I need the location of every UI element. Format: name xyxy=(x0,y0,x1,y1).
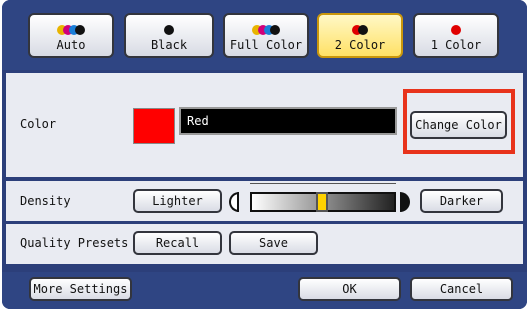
cancel-button[interactable]: Cancel xyxy=(410,277,513,301)
mode-black-icon xyxy=(126,20,212,35)
color-mode-bar: Auto Black Full Color 2 Color 1 Color xyxy=(2,0,527,70)
color-value-field: Red xyxy=(179,107,397,135)
mode-2-color-label: 2 Color xyxy=(334,38,386,52)
ok-button[interactable]: OK xyxy=(298,277,401,301)
darker-button[interactable]: Darker xyxy=(420,189,503,213)
mode-auto-button[interactable]: Auto xyxy=(28,13,114,58)
mode-black-label: Black xyxy=(150,38,188,52)
save-button[interactable]: Save xyxy=(229,231,318,255)
mode-full-color-button[interactable]: Full Color xyxy=(223,13,309,58)
mode-1-color-icon xyxy=(415,20,497,35)
density-scale-ticks xyxy=(250,183,396,192)
quality-presets-label: Quality Presets xyxy=(20,236,129,250)
color-label: Color xyxy=(20,117,57,131)
mode-2-color-icon xyxy=(319,20,401,35)
mode-auto-label: Auto xyxy=(56,38,86,52)
density-slider[interactable] xyxy=(250,192,396,212)
mode-black-button[interactable]: Black xyxy=(124,13,214,58)
mode-full-color-icon xyxy=(225,20,307,35)
mode-auto-icon xyxy=(30,20,112,35)
lighter-button[interactable]: Lighter xyxy=(133,189,222,213)
color-swatch xyxy=(133,108,175,144)
copy-settings-panel: Auto Black Full Color 2 Color 1 Color Co… xyxy=(2,0,527,309)
density-slider-knob[interactable] xyxy=(316,192,328,212)
change-color-button[interactable]: Change Color xyxy=(410,111,507,139)
mode-full-color-label: Full Color xyxy=(229,38,303,52)
mode-1-color-button[interactable]: 1 Color xyxy=(413,13,499,58)
mode-1-color-label: 1 Color xyxy=(430,38,482,52)
density-label: Density xyxy=(20,194,71,208)
recall-button[interactable]: Recall xyxy=(133,231,222,255)
mode-2-color-button[interactable]: 2 Color xyxy=(317,13,403,58)
more-settings-button[interactable]: More Settings xyxy=(29,277,132,301)
